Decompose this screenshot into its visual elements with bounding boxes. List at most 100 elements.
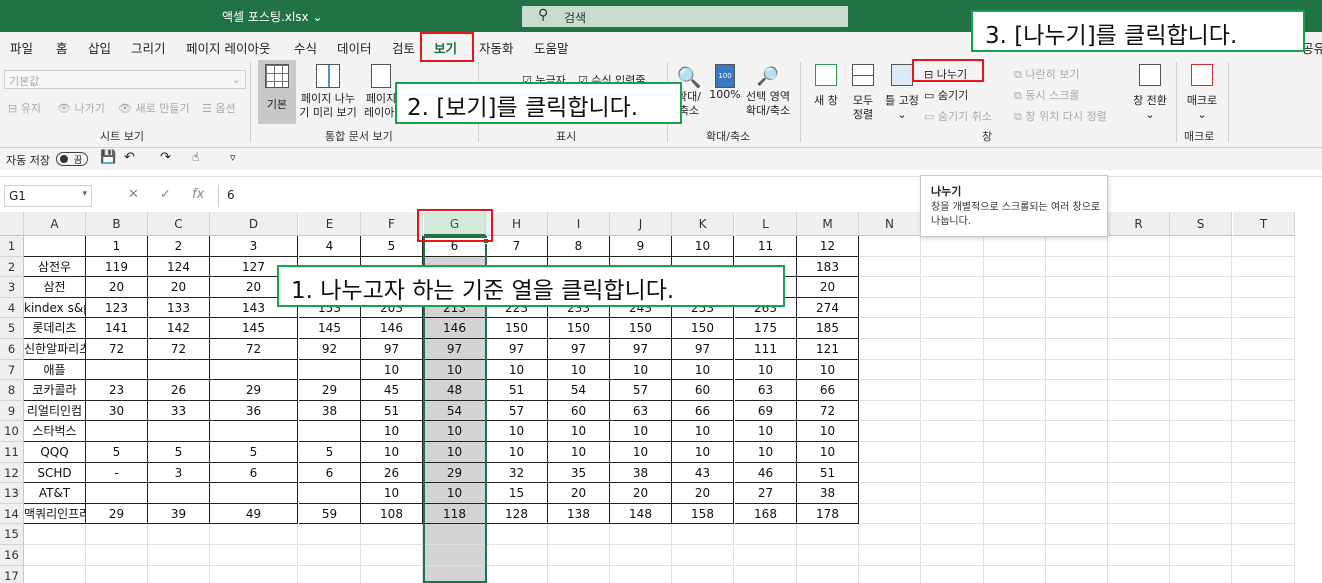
column-header-C[interactable]: C bbox=[148, 212, 210, 236]
cell[interactable]: 54 bbox=[424, 400, 486, 422]
cell[interactable]: 119 bbox=[86, 256, 148, 278]
cell[interactable]: 142 bbox=[148, 318, 210, 339]
file-name[interactable]: 액셀 포스팅.xlsx ⌄ bbox=[222, 8, 323, 25]
cell[interactable]: 6 bbox=[210, 462, 298, 484]
cell[interactable]: 30 bbox=[86, 400, 148, 422]
cell[interactable]: 5 bbox=[86, 442, 148, 463]
cell[interactable]: 스타벅스 bbox=[24, 421, 86, 442]
row-header[interactable]: 1 bbox=[0, 236, 24, 257]
tab-draw[interactable]: 그리기 bbox=[131, 38, 166, 57]
cell[interactable]: 신한알파리츠 bbox=[24, 339, 86, 360]
cell[interactable] bbox=[797, 565, 859, 583]
cell[interactable]: 46 bbox=[735, 462, 797, 484]
cell[interactable] bbox=[1170, 380, 1232, 401]
cell[interactable] bbox=[1046, 380, 1108, 401]
row-header[interactable]: 6 bbox=[0, 339, 24, 360]
column-header-B[interactable]: B bbox=[86, 212, 148, 236]
cell[interactable]: 63 bbox=[735, 380, 797, 401]
cell[interactable]: 26 bbox=[148, 380, 210, 401]
save-icon[interactable]: 💾 bbox=[100, 150, 116, 165]
cell[interactable] bbox=[859, 236, 921, 257]
cell[interactable] bbox=[1170, 236, 1232, 257]
cell[interactable] bbox=[1233, 524, 1295, 545]
cell[interactable]: 45 bbox=[361, 380, 423, 401]
sheet-view-select[interactable]: 기본값 ⌄ bbox=[4, 70, 246, 89]
cell[interactable]: 5 bbox=[361, 236, 423, 257]
cell[interactable]: 롯데리츠 bbox=[24, 318, 86, 339]
undo-icon[interactable]: ↶ bbox=[124, 150, 135, 165]
cell[interactable] bbox=[86, 545, 148, 566]
tab-home[interactable]: 홈 bbox=[56, 38, 68, 57]
cell[interactable]: 3 bbox=[148, 462, 210, 484]
cell[interactable]: 35 bbox=[548, 462, 610, 484]
cell[interactable] bbox=[922, 545, 984, 566]
cell[interactable] bbox=[859, 359, 921, 381]
cell[interactable] bbox=[859, 256, 921, 278]
cell[interactable] bbox=[859, 524, 921, 545]
cell[interactable] bbox=[859, 462, 921, 484]
cell[interactable] bbox=[859, 297, 921, 319]
column-header-H[interactable]: H bbox=[486, 212, 548, 236]
cell[interactable]: 69 bbox=[735, 400, 797, 422]
cell[interactable] bbox=[1233, 256, 1295, 278]
cell[interactable]: AT&T bbox=[24, 483, 86, 504]
cell[interactable] bbox=[1108, 442, 1170, 463]
cell[interactable]: 29 bbox=[210, 380, 298, 401]
cell[interactable]: 10 bbox=[361, 442, 423, 463]
cell[interactable]: 10 bbox=[672, 421, 734, 442]
cell[interactable]: 39 bbox=[148, 503, 210, 525]
cell[interactable] bbox=[672, 524, 734, 545]
cell[interactable]: 32 bbox=[486, 462, 548, 484]
tab-review[interactable]: 검토 bbox=[392, 38, 415, 57]
cell[interactable]: 158 bbox=[672, 503, 734, 525]
cell[interactable]: 49 bbox=[210, 503, 298, 525]
cell[interactable]: 51 bbox=[486, 380, 548, 401]
cell[interactable] bbox=[1108, 400, 1170, 422]
cell[interactable] bbox=[299, 483, 361, 504]
cell[interactable] bbox=[361, 565, 423, 583]
column-header-S[interactable]: S bbox=[1170, 212, 1232, 236]
cell[interactable]: 맥쿼리인프라 bbox=[24, 503, 86, 525]
cell[interactable]: 51 bbox=[797, 462, 859, 484]
cell[interactable]: 97 bbox=[361, 339, 423, 360]
switch-windows-button[interactable]: 창 전환 ⌄ bbox=[1128, 64, 1172, 122]
cell[interactable]: 10 bbox=[424, 483, 486, 504]
cell[interactable] bbox=[86, 524, 148, 545]
cell[interactable]: 183 bbox=[797, 256, 859, 278]
select-all-corner[interactable] bbox=[0, 212, 24, 236]
cell[interactable] bbox=[1046, 503, 1108, 525]
cell[interactable]: 10 bbox=[735, 359, 797, 381]
cell[interactable] bbox=[1046, 339, 1108, 360]
cell[interactable] bbox=[1046, 277, 1108, 298]
cell[interactable] bbox=[1108, 462, 1170, 484]
cell[interactable] bbox=[984, 297, 1046, 319]
cell[interactable]: 9 bbox=[610, 236, 672, 257]
cell[interactable]: 72 bbox=[797, 400, 859, 422]
tab-automate[interactable]: 자동화 bbox=[479, 38, 514, 57]
cell[interactable]: 150 bbox=[548, 318, 610, 339]
cell[interactable] bbox=[1046, 359, 1108, 381]
cell[interactable] bbox=[1233, 442, 1295, 463]
column-header-A[interactable]: A bbox=[24, 212, 86, 236]
cell[interactable]: 20 bbox=[797, 277, 859, 298]
cell[interactable] bbox=[1108, 236, 1170, 257]
cell[interactable] bbox=[672, 545, 734, 566]
cell[interactable]: 29 bbox=[424, 462, 486, 484]
cell[interactable]: 185 bbox=[797, 318, 859, 339]
cell[interactable]: 10 bbox=[424, 442, 486, 463]
cell[interactable] bbox=[610, 545, 672, 566]
row-header[interactable]: 10 bbox=[0, 421, 24, 442]
cell[interactable] bbox=[210, 359, 298, 381]
cell[interactable]: 2 bbox=[148, 236, 210, 257]
redo-icon[interactable]: ↷ bbox=[160, 150, 171, 165]
cell[interactable] bbox=[1233, 359, 1295, 381]
row-header[interactable]: 3 bbox=[0, 277, 24, 298]
cell[interactable]: 10 bbox=[486, 359, 548, 381]
cell[interactable]: 128 bbox=[486, 503, 548, 525]
autosave-toggle[interactable]: 끔 bbox=[56, 152, 88, 166]
column-header-F[interactable]: F bbox=[361, 212, 423, 236]
column-header-N[interactable]: N bbox=[859, 212, 921, 236]
tab-help[interactable]: 도움말 bbox=[534, 38, 569, 57]
cell[interactable] bbox=[1108, 359, 1170, 381]
cell[interactable] bbox=[148, 545, 210, 566]
